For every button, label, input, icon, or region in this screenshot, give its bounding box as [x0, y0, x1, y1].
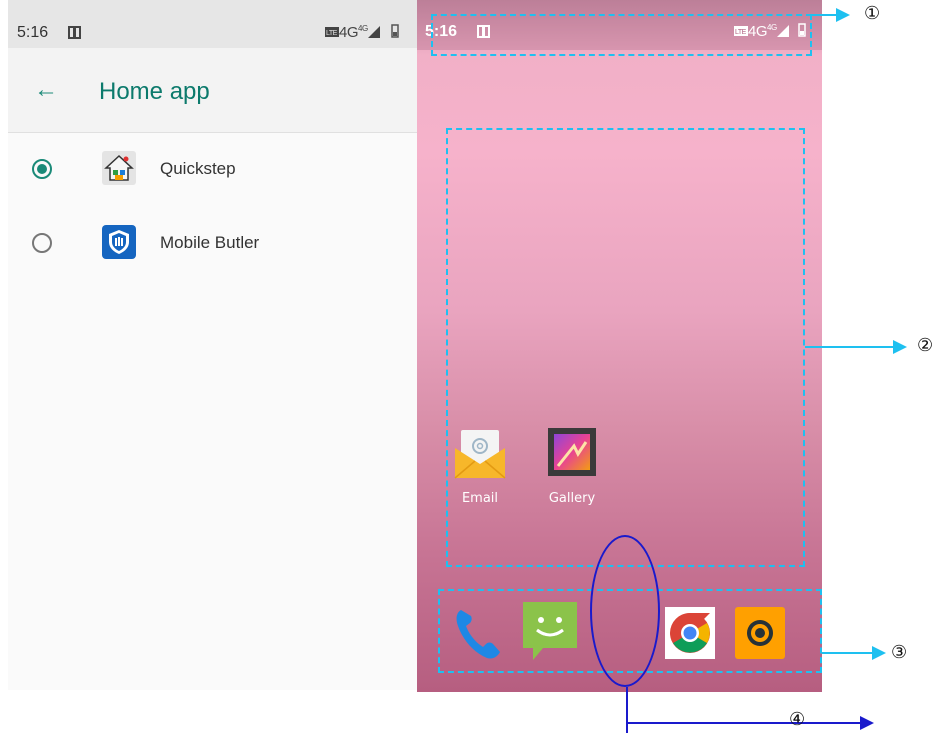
arrow-head-icon: [893, 340, 907, 354]
option-label: Quickstep: [160, 159, 236, 178]
network-type: 4G: [339, 24, 359, 41]
status-bar: 5:16 LTE 4G4G: [8, 0, 417, 58]
radio-selected-icon[interactable]: [32, 159, 52, 179]
arrow-head-icon: [872, 646, 886, 660]
signal-icon: [367, 26, 380, 38]
arrow-head-icon: [860, 716, 874, 730]
callout-line-3: [822, 652, 876, 654]
status-bar-highlight: [431, 14, 812, 56]
page-title: Home app: [99, 78, 210, 105]
option-mobile-butler[interactable]: Mobile Butler: [8, 209, 417, 279]
network-sup: 4G: [358, 24, 368, 33]
callout-line-4-vertical: [626, 687, 628, 733]
option-quickstep[interactable]: Quickstep: [8, 134, 417, 204]
quickstep-house-icon: [102, 151, 136, 185]
home-app-settings-screen: 5:16 LTE 4G4G ← Home app Quickstep Mobil…: [8, 0, 417, 690]
callout-line-2: [805, 346, 897, 348]
svg-text:LTE: LTE: [326, 30, 338, 37]
empty-dock-slot-highlight: [590, 535, 660, 687]
radio-unselected-icon[interactable]: [32, 233, 52, 253]
back-arrow-icon[interactable]: ←: [34, 76, 58, 104]
lte-icon: LTE: [325, 27, 339, 37]
callout-line-4-horizontal: [626, 722, 864, 724]
callout-label-3: ③: [891, 642, 908, 663]
arrow-head-icon: [836, 8, 850, 22]
battery-icon: [391, 24, 400, 38]
option-label: Mobile Butler: [160, 233, 260, 252]
sim-card-icon: [68, 26, 81, 39]
network-indicator: LTE 4G4G: [325, 24, 400, 41]
callout-label-4: ④: [789, 709, 806, 730]
status-time: 5:16: [17, 24, 49, 41]
callout-label-1: ①: [864, 3, 881, 24]
workspace-highlight: [446, 128, 805, 567]
mobile-butler-shield-icon: [102, 225, 136, 259]
toolbar: ← Home app: [8, 48, 417, 133]
callout-label-2: ②: [917, 335, 934, 356]
